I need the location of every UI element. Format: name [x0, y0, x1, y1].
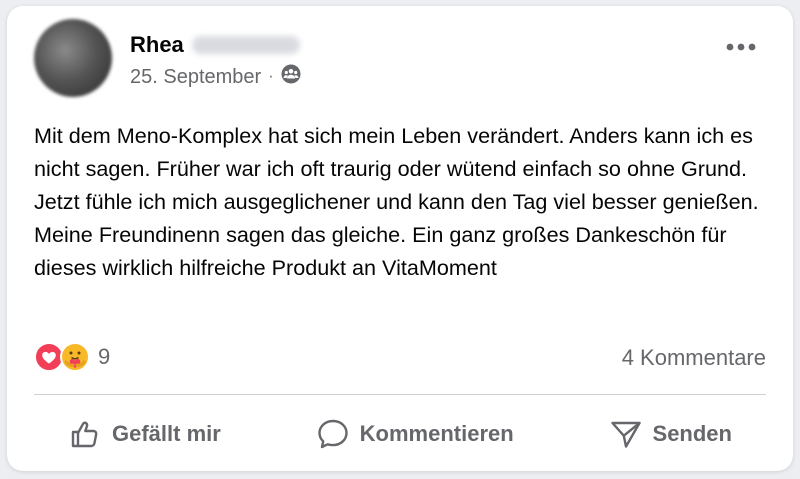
share-label: Senden [652, 421, 732, 446]
reaction-count: 9 [98, 344, 111, 369]
like-button[interactable]: Gefällt mir [34, 404, 255, 464]
comments-count[interactable]: 4 Kommentare [622, 345, 766, 371]
blurred-surname [191, 36, 300, 54]
comment-label: Kommentieren [359, 421, 514, 446]
comment-button[interactable]: Kommentieren [282, 404, 548, 464]
like-label: Gefällt mir [112, 421, 221, 446]
post-text: Mit dem Meno-Komplex hat sich mein Leben… [34, 123, 759, 280]
post-actions: Gefällt mir Kommentieren Senden [34, 404, 766, 464]
post-card: Rhea 25. September · Mit dem Meno-Komple… [7, 6, 793, 471]
avatar[interactable] [34, 19, 112, 97]
send-icon [610, 421, 641, 448]
meta-separator: · [268, 68, 274, 85]
thumbs-up-icon [71, 421, 98, 448]
reactions-summary[interactable]: 9 [34, 342, 110, 372]
post-meta: 25. September · [130, 64, 301, 90]
more-options-button[interactable] [719, 32, 763, 62]
care-reaction-icon [60, 342, 90, 372]
comment-bubble-icon [317, 419, 348, 449]
more-horizontal-icon [726, 43, 756, 51]
divider [34, 394, 766, 395]
share-button[interactable]: Senden [575, 404, 766, 464]
author-first-name[interactable]: Rhea [130, 32, 184, 58]
post-date[interactable]: 25. September [130, 66, 261, 89]
post-author[interactable]: Rhea [130, 32, 300, 58]
friends-audience-icon[interactable] [281, 64, 301, 90]
